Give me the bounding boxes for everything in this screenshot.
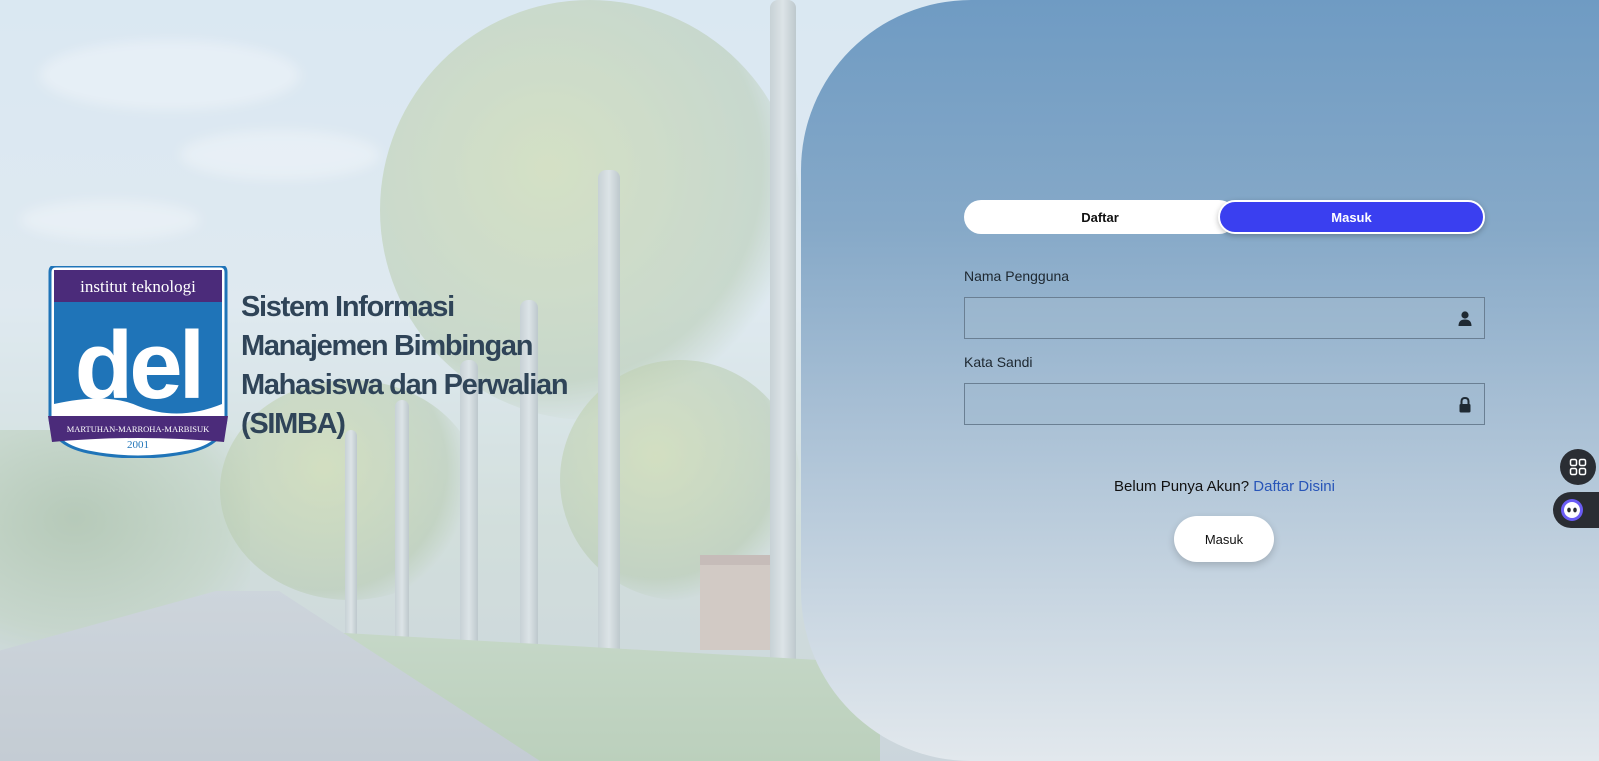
login-panel xyxy=(801,0,1599,761)
app-title-line: Manajemen Bimbingan xyxy=(241,330,533,362)
auth-tabs: Daftar Masuk xyxy=(964,200,1485,234)
password-input[interactable] xyxy=(965,384,1484,424)
brand-block: institut teknologi del MARTUHAN-MARROHA-… xyxy=(48,266,628,466)
user-icon xyxy=(1458,311,1472,326)
logo-year: 2001 xyxy=(127,439,149,451)
apps-grid-icon xyxy=(1569,458,1587,476)
app-title-line: (SIMBA) xyxy=(241,408,346,440)
app-title: Sistem Informasi Manajemen Bimbingan Mah… xyxy=(241,288,621,444)
logo-top-text: institut teknologi xyxy=(80,277,196,296)
tab-daftar[interactable]: Daftar xyxy=(964,200,1236,234)
app-title-line: Mahasiswa dan Perwalian xyxy=(241,369,569,401)
signup-prompt-text: Belum Punya Akun? xyxy=(1114,478,1250,495)
app-title-line: Sistem Informasi xyxy=(241,291,455,323)
password-label: Kata Sandi xyxy=(964,354,1033,370)
username-input[interactable] xyxy=(965,298,1484,338)
assistant-button[interactable] xyxy=(1553,492,1599,528)
username-label: Nama Pengguna xyxy=(964,268,1070,284)
tab-masuk[interactable]: Masuk xyxy=(1218,200,1485,234)
username-field[interactable] xyxy=(964,297,1485,339)
apps-grid-button[interactable] xyxy=(1560,449,1596,485)
lock-icon xyxy=(1459,396,1471,413)
password-field[interactable] xyxy=(964,383,1485,425)
institut-teknologi-del-logo: institut teknologi del MARTUHAN-MARROHA-… xyxy=(48,266,228,458)
signup-prompt: Belum Punya Akun? Daftar Disini xyxy=(964,478,1485,495)
logo-ribbon-text: MARTUHAN-MARROHA-MARBISUK xyxy=(67,424,210,434)
login-submit-button[interactable]: Masuk xyxy=(1174,516,1274,562)
signup-link[interactable]: Daftar Disini xyxy=(1253,478,1335,495)
assistant-bot-icon xyxy=(1561,499,1583,521)
